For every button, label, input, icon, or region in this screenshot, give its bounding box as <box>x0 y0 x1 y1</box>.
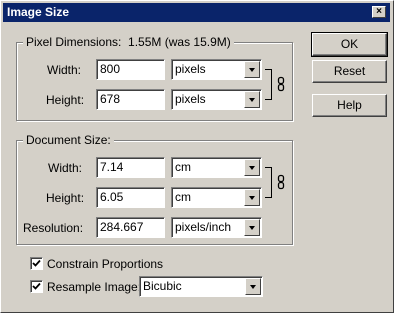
pixel-width-unit-value: pixels <box>175 62 206 76</box>
checkmark-icon <box>32 259 41 267</box>
help-button[interactable]: Help <box>312 94 387 117</box>
close-icon: × <box>376 6 382 17</box>
resample-method-value: Bicubic <box>143 279 182 293</box>
dropdown-arrow-icon[interactable] <box>244 219 260 236</box>
document-height-input[interactable]: 6.05 <box>96 187 165 208</box>
resolution-unit-select[interactable]: pixels/inch <box>171 217 262 238</box>
dropdown-arrow-icon[interactable] <box>244 91 260 108</box>
pixel-height-unit-value: pixels <box>175 92 206 106</box>
pixel-height-input[interactable]: 678 <box>96 89 165 110</box>
window-title: Image Size <box>7 5 70 19</box>
ok-button[interactable]: OK <box>311 32 388 57</box>
document-height-unit-value: cm <box>175 190 191 204</box>
pixel-width-input[interactable]: 800 <box>96 59 165 80</box>
dropdown-arrow-icon[interactable] <box>244 61 260 78</box>
resample-image-checkbox[interactable] <box>30 280 43 293</box>
document-constrain-bracket <box>265 167 272 198</box>
document-height-label: Height: <box>46 191 85 205</box>
resolution-label: Resolution: <box>23 221 84 235</box>
title-bar[interactable]: Image Size × <box>3 3 390 22</box>
pixel-size-info: 1.55M (was 15.9M) <box>128 35 231 49</box>
dropdown-arrow-icon[interactable] <box>244 159 260 176</box>
dropdown-arrow-icon[interactable] <box>245 278 261 295</box>
document-width-input[interactable]: 7.14 <box>96 157 165 178</box>
chain-link-icon <box>277 76 285 92</box>
dropdown-arrow-icon[interactable] <box>244 189 260 206</box>
pixel-dimensions-legend: Pixel Dimensions: 1.55M (was 15.9M) <box>23 35 234 49</box>
document-height-unit-select[interactable]: cm <box>171 187 262 208</box>
resolution-unit-value: pixels/inch <box>175 220 232 234</box>
checkmark-icon <box>32 282 41 290</box>
resolution-input[interactable]: 284.667 <box>96 217 165 238</box>
pixel-height-label: Height: <box>46 93 85 107</box>
pixel-constrain-bracket <box>265 69 272 100</box>
constrain-proportions-checkbox[interactable] <box>30 257 43 270</box>
document-width-unit-select[interactable]: cm <box>171 157 262 178</box>
image-size-dialog: Image Size × Pixel Dimensions: 1.55M (wa… <box>0 0 394 313</box>
resample-image-label[interactable]: Resample Image: <box>47 280 141 294</box>
constrain-proportions-label[interactable]: Constrain Proportions <box>47 257 163 271</box>
chain-link-icon <box>277 174 285 190</box>
document-width-unit-value: cm <box>175 160 191 174</box>
resample-method-select[interactable]: Bicubic <box>139 276 263 297</box>
close-button[interactable]: × <box>372 6 386 18</box>
pixel-width-unit-select[interactable]: pixels <box>171 59 262 80</box>
reset-button[interactable]: Reset <box>312 60 387 83</box>
document-width-label: Width: <box>48 161 83 175</box>
pixel-height-unit-select[interactable]: pixels <box>171 89 262 110</box>
document-size-legend: Document Size: <box>23 133 114 147</box>
pixel-width-label: Width: <box>47 63 82 77</box>
